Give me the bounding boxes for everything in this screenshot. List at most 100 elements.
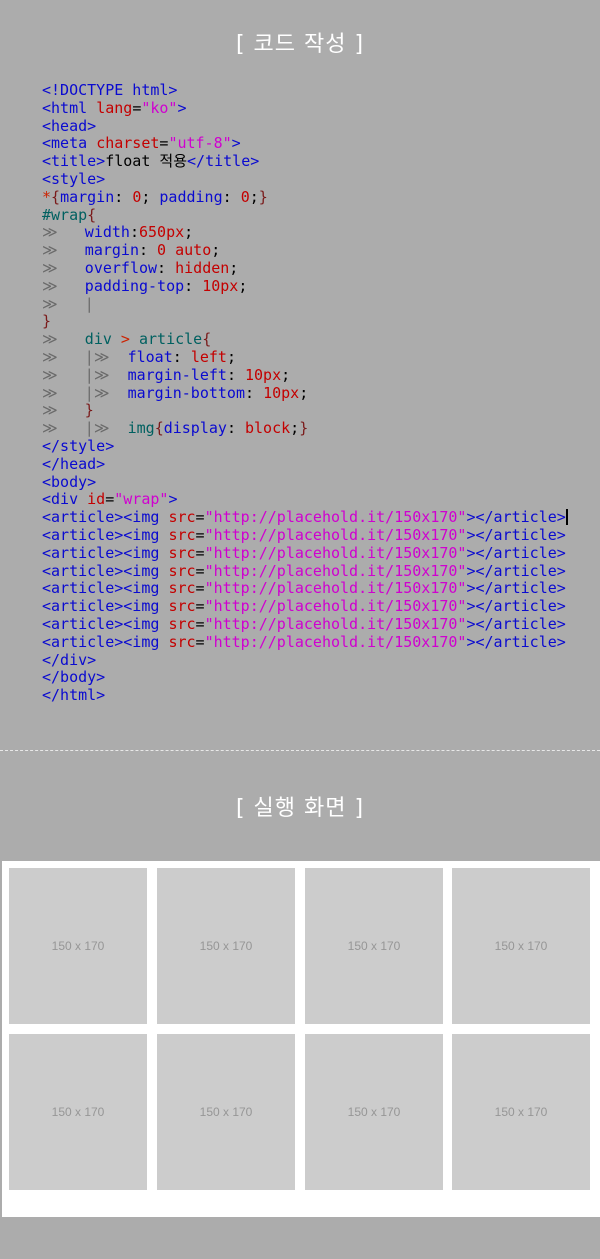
code-token: padding	[159, 187, 223, 206]
code-token: <article><img	[42, 632, 169, 651]
code-token: </html>	[42, 686, 106, 705]
code-token: ≫ |≫	[42, 347, 128, 366]
code-token: <title>	[42, 152, 106, 171]
code-token: float 적용	[105, 152, 188, 171]
code-line: ≫ width:650px;	[42, 223, 568, 242]
code-token: hidden	[175, 258, 230, 277]
placeholder-image: 150 x 170	[305, 1034, 443, 1190]
code-token: <article><img	[42, 508, 169, 527]
code-token: <article><img	[42, 597, 169, 616]
code-token: </style>	[42, 436, 115, 455]
code-token: {	[202, 330, 212, 349]
code-token: =	[195, 525, 205, 544]
code-token: =	[195, 561, 205, 580]
code-token: div	[84, 330, 121, 349]
code-line: #wrap{	[42, 205, 568, 225]
code-token: ></article>	[466, 525, 566, 544]
code-token: =	[132, 98, 142, 117]
code-token: ≫	[42, 276, 85, 295]
code-token: "wrap"	[114, 490, 169, 509]
code-token: 10px	[263, 383, 300, 402]
code-line: }	[42, 312, 568, 331]
code-token: <article><img	[42, 525, 169, 544]
code-token: <!DOCTYPE html>	[42, 81, 178, 99]
code-token: <article><img	[42, 579, 169, 598]
code-token: "utf-8"	[168, 134, 232, 153]
code-token: >	[231, 134, 241, 153]
code-token: </div>	[42, 650, 97, 669]
code-token: ≫	[42, 223, 85, 242]
code-line: <article><img src="http://placehold.it/1…	[42, 561, 568, 581]
code-token: #wrap	[42, 205, 88, 224]
code-section-title: [ 코드 작성 ]	[235, 32, 365, 57]
code-token: src	[168, 561, 196, 580]
placeholder-image: 150 x 170	[305, 868, 443, 1024]
code-token: =	[195, 597, 205, 616]
code-token: ></article>	[466, 561, 566, 580]
code-token: src	[168, 579, 196, 598]
code-token: 10px	[245, 365, 282, 384]
result-section-title: [ 실행 화면 ]	[235, 796, 365, 821]
code-token: =	[105, 490, 115, 509]
code-token: ></article>	[466, 597, 566, 616]
placeholder-image: 150 x 170	[157, 868, 295, 1024]
code-token: margin	[60, 187, 115, 206]
code-token: ≫ |≫	[42, 383, 128, 402]
code-token: >	[177, 98, 187, 117]
code-token: charset	[96, 134, 160, 153]
code-token: left	[190, 347, 227, 366]
code-token: ;	[184, 223, 194, 242]
code-line: <body>	[42, 472, 568, 492]
code-line: ≫ |≫ img{display: block;}	[42, 419, 568, 438]
code-token: :	[184, 276, 203, 295]
code-token: ≫	[42, 401, 85, 420]
code-token: ;	[290, 419, 300, 438]
code-line: </body>	[42, 668, 568, 687]
code-token: <article><img	[42, 561, 169, 580]
code-token: <div	[42, 490, 88, 509]
code-token: ;	[211, 241, 221, 260]
code-token: :	[226, 419, 245, 438]
code-token: "http://placehold.it/150x170"	[204, 525, 467, 544]
code-token: <article><img	[42, 614, 169, 633]
code-token: <head>	[42, 116, 97, 135]
code-token: </title>	[187, 152, 260, 171]
code-token: ;	[281, 365, 291, 384]
code-line: <article><img src="http://placehold.it/1…	[42, 508, 568, 527]
code-token: :	[138, 241, 158, 260]
code-token: }	[42, 312, 52, 331]
code-line: <article><img src="http://placehold.it/1…	[42, 632, 568, 652]
code-line: ≫ margin: 0 auto;	[42, 241, 568, 260]
code-token: "http://placehold.it/150x170"	[204, 614, 467, 633]
text-cursor	[565, 509, 568, 526]
code-line: <article><img src="http://placehold.it/1…	[42, 597, 568, 616]
code-token: ;	[238, 276, 248, 295]
code-token: ≫ |≫	[42, 365, 128, 384]
code-token: 650px	[138, 223, 185, 242]
code-token: "http://placehold.it/150x170"	[204, 508, 467, 527]
code-line: <style>	[42, 170, 568, 189]
code-token: src	[168, 508, 196, 527]
code-token: >	[168, 490, 178, 509]
code-token: }	[84, 401, 94, 420]
code-token: float	[127, 347, 173, 366]
code-token: display	[163, 419, 227, 438]
code-token: width	[84, 223, 130, 242]
code-line: ≫ |	[42, 295, 568, 314]
code-token: :	[245, 383, 264, 402]
code-token: <html	[42, 98, 97, 117]
result-preview: 150 x 170 150 x 170 150 x 170 150 x 170 150 …	[2, 861, 600, 1217]
code-token: =	[195, 543, 205, 562]
code-token: "http://placehold.it/150x170"	[204, 561, 467, 580]
code-token: ≫	[42, 258, 85, 277]
code-token: ></article>	[466, 632, 566, 651]
code-token: margin-bottom	[127, 383, 245, 402]
code-line: </head>	[42, 455, 568, 474]
code-token: <body>	[42, 472, 97, 491]
code-line: <head>	[42, 116, 568, 136]
code-editor[interactable]: <!DOCTYPE html> <html lang="ko"> <head> <me…	[42, 81, 568, 705]
code-token: block	[245, 419, 291, 438]
code-token: "http://placehold.it/150x170"	[204, 597, 467, 616]
code-line: </div>	[42, 650, 568, 670]
code-line: </html>	[42, 686, 568, 705]
